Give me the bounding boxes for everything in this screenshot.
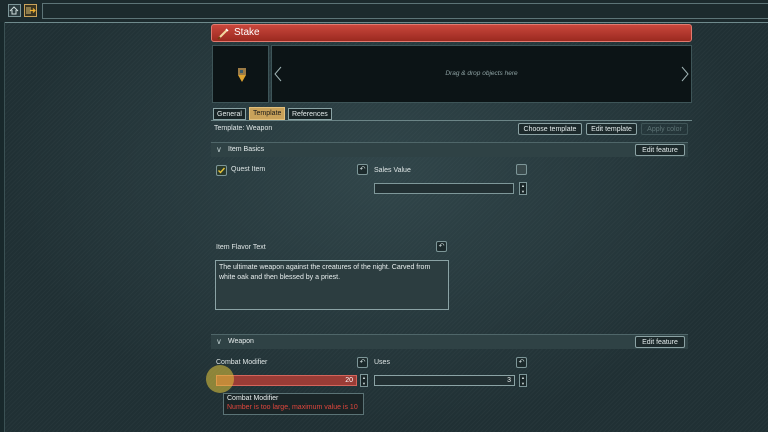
- drop-zone[interactable]: Drag & drop objects here: [271, 45, 692, 103]
- uses-stepper[interactable]: ▲ ▼: [519, 374, 527, 387]
- reset-icon[interactable]: ↶: [436, 241, 447, 252]
- edit-feature-button[interactable]: Edit feature: [635, 336, 685, 348]
- quest-item-label: Quest Item: [231, 166, 266, 173]
- toolbar-divider: [42, 3, 768, 19]
- sword-icon: [217, 27, 230, 42]
- edit-template-button[interactable]: Edit template: [586, 123, 637, 135]
- section-title: Item Basics: [228, 146, 265, 153]
- sales-value-stepper[interactable]: ▲ ▼: [519, 182, 527, 195]
- quest-item-checkbox[interactable]: [216, 165, 227, 176]
- sales-value-input[interactable]: [374, 183, 514, 194]
- stake-icon: [235, 66, 249, 86]
- left-panel-edge: [0, 22, 5, 432]
- export-icon[interactable]: [24, 4, 37, 17]
- top-toolbar: [0, 0, 768, 23]
- validation-tooltip: Combat Modifier Number is too large, max…: [223, 393, 364, 415]
- edit-feature-button[interactable]: Edit feature: [635, 144, 685, 156]
- item-title: Stake: [234, 27, 260, 38]
- flavor-text-label: Item Flavor Text: [216, 244, 266, 251]
- chevron-down-icon[interactable]: ∨: [216, 337, 222, 346]
- uses-label: Uses: [374, 359, 390, 366]
- flavor-text-area[interactable]: The ultimate weapon against the creature…: [215, 260, 449, 310]
- cursor-highlight: [206, 365, 234, 393]
- reset-icon[interactable]: ↶: [357, 357, 368, 368]
- tab-general[interactable]: General: [213, 108, 246, 120]
- item-thumbnail[interactable]: [212, 45, 269, 103]
- tab-template[interactable]: Template: [249, 107, 286, 120]
- choose-template-button[interactable]: Choose template: [518, 123, 582, 135]
- tab-divider: [211, 120, 692, 121]
- tab-references[interactable]: References: [288, 108, 332, 120]
- combat-modifier-input[interactable]: 20: [216, 375, 357, 386]
- uses-input[interactable]: 3: [374, 375, 515, 386]
- section-weapon[interactable]: ∨ Weapon Edit feature: [211, 334, 688, 349]
- reset-icon[interactable]: ↶: [516, 357, 527, 368]
- section-title: Weapon: [228, 338, 254, 345]
- tooltip-error: Number is too large, maximum value is 10: [227, 404, 358, 411]
- combat-modifier-stepper[interactable]: ▲ ▼: [360, 374, 368, 387]
- chevron-right-icon[interactable]: [681, 66, 689, 84]
- home-arrow-icon[interactable]: [8, 4, 21, 17]
- sales-value-label: Sales Value: [374, 167, 411, 174]
- item-title-bar: Stake: [211, 24, 692, 42]
- chevron-down-icon[interactable]: ∨: [216, 145, 222, 154]
- tooltip-title: Combat Modifier: [227, 395, 279, 402]
- reset-icon[interactable]: [516, 164, 527, 175]
- drop-zone-hint: Drag & drop objects here: [445, 70, 518, 77]
- apply-color-button[interactable]: Apply color: [641, 123, 688, 135]
- template-label: Template: Weapon: [214, 125, 273, 132]
- reset-icon[interactable]: ↶: [357, 164, 368, 175]
- section-item-basics[interactable]: ∨ Item Basics Edit feature: [211, 142, 688, 157]
